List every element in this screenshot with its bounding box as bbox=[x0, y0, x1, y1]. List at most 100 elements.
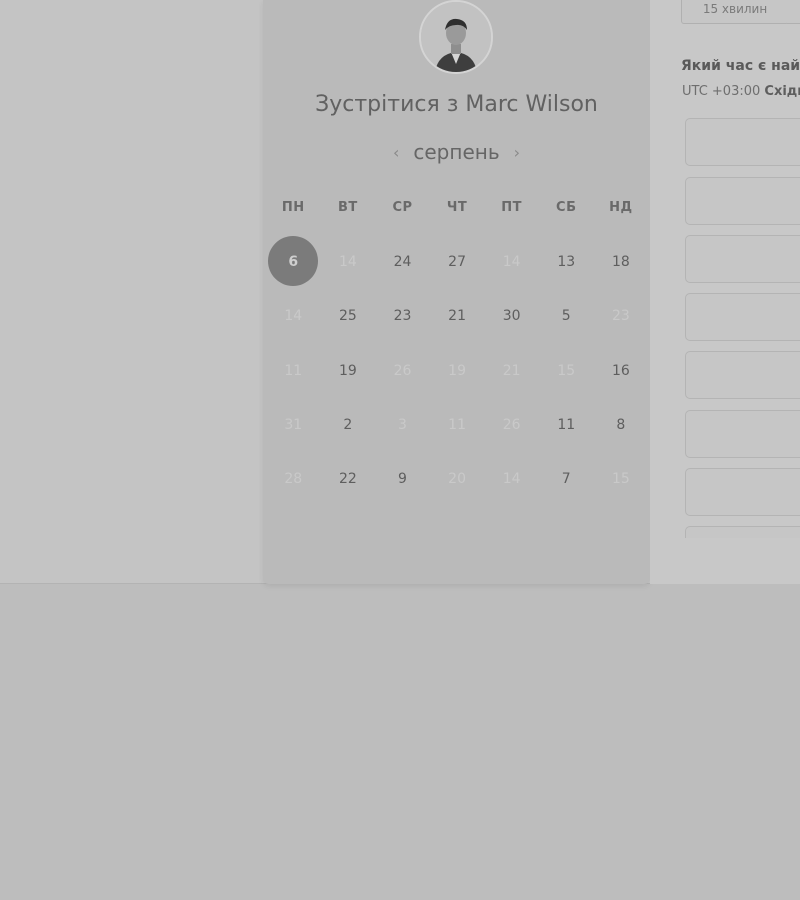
calendar-day-number: 14 bbox=[338, 254, 357, 270]
calendar-day: 11 bbox=[266, 345, 321, 399]
calendar-day[interactable]: 30 bbox=[484, 290, 539, 344]
calendar-day: 20 bbox=[430, 453, 485, 507]
time-slot-button[interactable] bbox=[685, 118, 800, 166]
calendar-day-number: 6 bbox=[288, 254, 299, 270]
host-avatar bbox=[419, 0, 493, 74]
calendar-day-selected[interactable]: 6 bbox=[266, 236, 321, 290]
calendar-day[interactable]: 5 bbox=[539, 290, 594, 344]
calendar-day-number: 22 bbox=[338, 471, 357, 488]
time-slot-button[interactable] bbox=[685, 177, 800, 225]
calendar-day[interactable]: 16 bbox=[594, 345, 649, 399]
calendar-day-number: 31 bbox=[284, 416, 303, 433]
calendar-day-number: 15 bbox=[611, 471, 630, 488]
time-slot-button[interactable] bbox=[685, 526, 800, 538]
calendar-day-number: 23 bbox=[611, 308, 630, 325]
calendar-day: 14 bbox=[266, 290, 321, 344]
page-title: Зустрітися з Marc Wilson bbox=[315, 92, 598, 117]
time-slot-button[interactable] bbox=[685, 235, 800, 283]
calendar-day[interactable]: 21 bbox=[430, 290, 485, 344]
calendar-day[interactable]: 13 bbox=[539, 236, 594, 290]
calendar-day[interactable]: 27 bbox=[430, 236, 485, 290]
calendar-day[interactable]: 23 bbox=[375, 290, 430, 344]
calendar-day: 21 bbox=[484, 345, 539, 399]
calendar-day-number: 2 bbox=[343, 416, 353, 433]
calendar-day-number: 19 bbox=[448, 362, 466, 379]
calendar-day[interactable]: 25 bbox=[321, 290, 376, 344]
calendar-day-number: 13 bbox=[557, 254, 576, 270]
weekday-label: ВТ bbox=[338, 200, 358, 215]
calendar-day-number: 11 bbox=[557, 416, 576, 433]
calendar-day[interactable]: 8 bbox=[594, 399, 649, 453]
calendar-day[interactable]: 11 bbox=[539, 399, 594, 453]
calendar-day: 28 bbox=[266, 453, 321, 507]
weekday-header: ПН ВТ СР ЧТ ПТ СБ НД bbox=[266, 200, 648, 220]
calendar-day-number: 16 bbox=[611, 362, 630, 379]
calendar-day: 11 bbox=[430, 399, 485, 453]
calendar-day-number: 8 bbox=[616, 416, 626, 433]
calendar-day-number: 11 bbox=[284, 362, 303, 379]
duration-tab[interactable]: 15 хвилин bbox=[681, 0, 789, 24]
chevron-right-icon[interactable]: › bbox=[514, 143, 520, 162]
time-slot-button[interactable] bbox=[685, 410, 800, 458]
calendar-day-number: 20 bbox=[448, 471, 466, 488]
calendar-day-number: 5 bbox=[561, 308, 571, 325]
calendar-day-number: 19 bbox=[338, 362, 357, 379]
calendar-day: 23 bbox=[594, 290, 649, 344]
calendar-day: 14 bbox=[484, 453, 539, 507]
time-slot-button[interactable] bbox=[685, 468, 800, 516]
calendar-day-number: 23 bbox=[393, 308, 412, 325]
weekday-label: ПТ bbox=[501, 200, 523, 215]
calendar-day-number: 15 bbox=[557, 362, 576, 379]
calendar-day[interactable]: 7 bbox=[539, 453, 594, 507]
calendar-day-number: 7 bbox=[561, 471, 571, 488]
calendar-day-number: 21 bbox=[502, 362, 521, 379]
calendar-day[interactable]: 2 bbox=[321, 399, 376, 453]
month-label: серпень bbox=[413, 140, 500, 164]
calendar-day: 14 bbox=[484, 236, 539, 290]
calendar-day: 15 bbox=[594, 453, 649, 507]
calendar-day: 3 bbox=[375, 399, 430, 453]
calendar-card: Зустрітися з Marc Wilson ‹ серпень › ПН … bbox=[263, 0, 650, 584]
duration-tab-next[interactable] bbox=[787, 0, 800, 24]
calendar-day-number: 28 bbox=[284, 471, 303, 488]
calendar-day-number: 14 bbox=[502, 471, 521, 488]
time-slot-button[interactable] bbox=[685, 351, 800, 399]
calendar-day-number: 3 bbox=[398, 416, 407, 433]
calendar-day: 31 bbox=[266, 399, 321, 453]
calendar-day[interactable]: 18 bbox=[594, 236, 649, 290]
timezone-name: Східн bbox=[764, 84, 800, 99]
timezone-label[interactable]: UTC +03:00 Східн bbox=[682, 84, 800, 99]
calendar-day: 15 bbox=[539, 345, 594, 399]
time-slot-button[interactable] bbox=[685, 293, 800, 341]
timezone-offset: UTC +03:00 bbox=[682, 84, 761, 99]
weekday-label: СБ bbox=[556, 200, 577, 215]
calendar-day-number: 26 bbox=[393, 362, 412, 379]
weekday-label: ЧТ bbox=[446, 200, 468, 215]
calendar-day-number: 21 bbox=[448, 308, 466, 325]
time-question-heading: Який час є найл bbox=[681, 58, 800, 74]
calendar-day-number: 26 bbox=[502, 416, 521, 433]
weekday-label: СР bbox=[392, 200, 413, 215]
calendar-day[interactable]: 24 bbox=[375, 236, 430, 290]
calendar-day-number: 24 bbox=[393, 254, 412, 270]
calendar-day: 26 bbox=[484, 399, 539, 453]
calendar-day-number: 14 bbox=[284, 308, 303, 325]
calendar-day-number: 14 bbox=[502, 254, 521, 270]
calendar-day-number: 9 bbox=[398, 471, 407, 488]
calendar-day[interactable]: 22 bbox=[321, 453, 376, 507]
chevron-left-icon[interactable]: ‹ bbox=[393, 143, 399, 162]
calendar-day[interactable]: 9 bbox=[375, 453, 430, 507]
month-navigation: ‹ серпень › bbox=[263, 140, 650, 170]
weekday-label: ПН bbox=[281, 200, 305, 215]
calendar-grid: 6 14 24 27 14 13 18 14 25 23 21 30 5 23 11 19 26 19 21 15 16… bbox=[266, 236, 648, 507]
calendar-day-number: 18 bbox=[611, 254, 630, 270]
calendar-day-number: 25 bbox=[338, 308, 357, 325]
calendar-day-number: 30 bbox=[502, 308, 521, 325]
time-selection-panel: 15 хвилин Який час є найл UTC +03:00 Схі… bbox=[650, 0, 800, 584]
calendar-day-number: 11 bbox=[448, 416, 466, 433]
calendar-day: 14 bbox=[321, 236, 376, 290]
calendar-day: 26 bbox=[375, 345, 430, 399]
weekday-label: НД bbox=[609, 200, 633, 215]
calendar-day[interactable]: 19 bbox=[321, 345, 376, 399]
calendar-day-number: 27 bbox=[448, 254, 466, 270]
